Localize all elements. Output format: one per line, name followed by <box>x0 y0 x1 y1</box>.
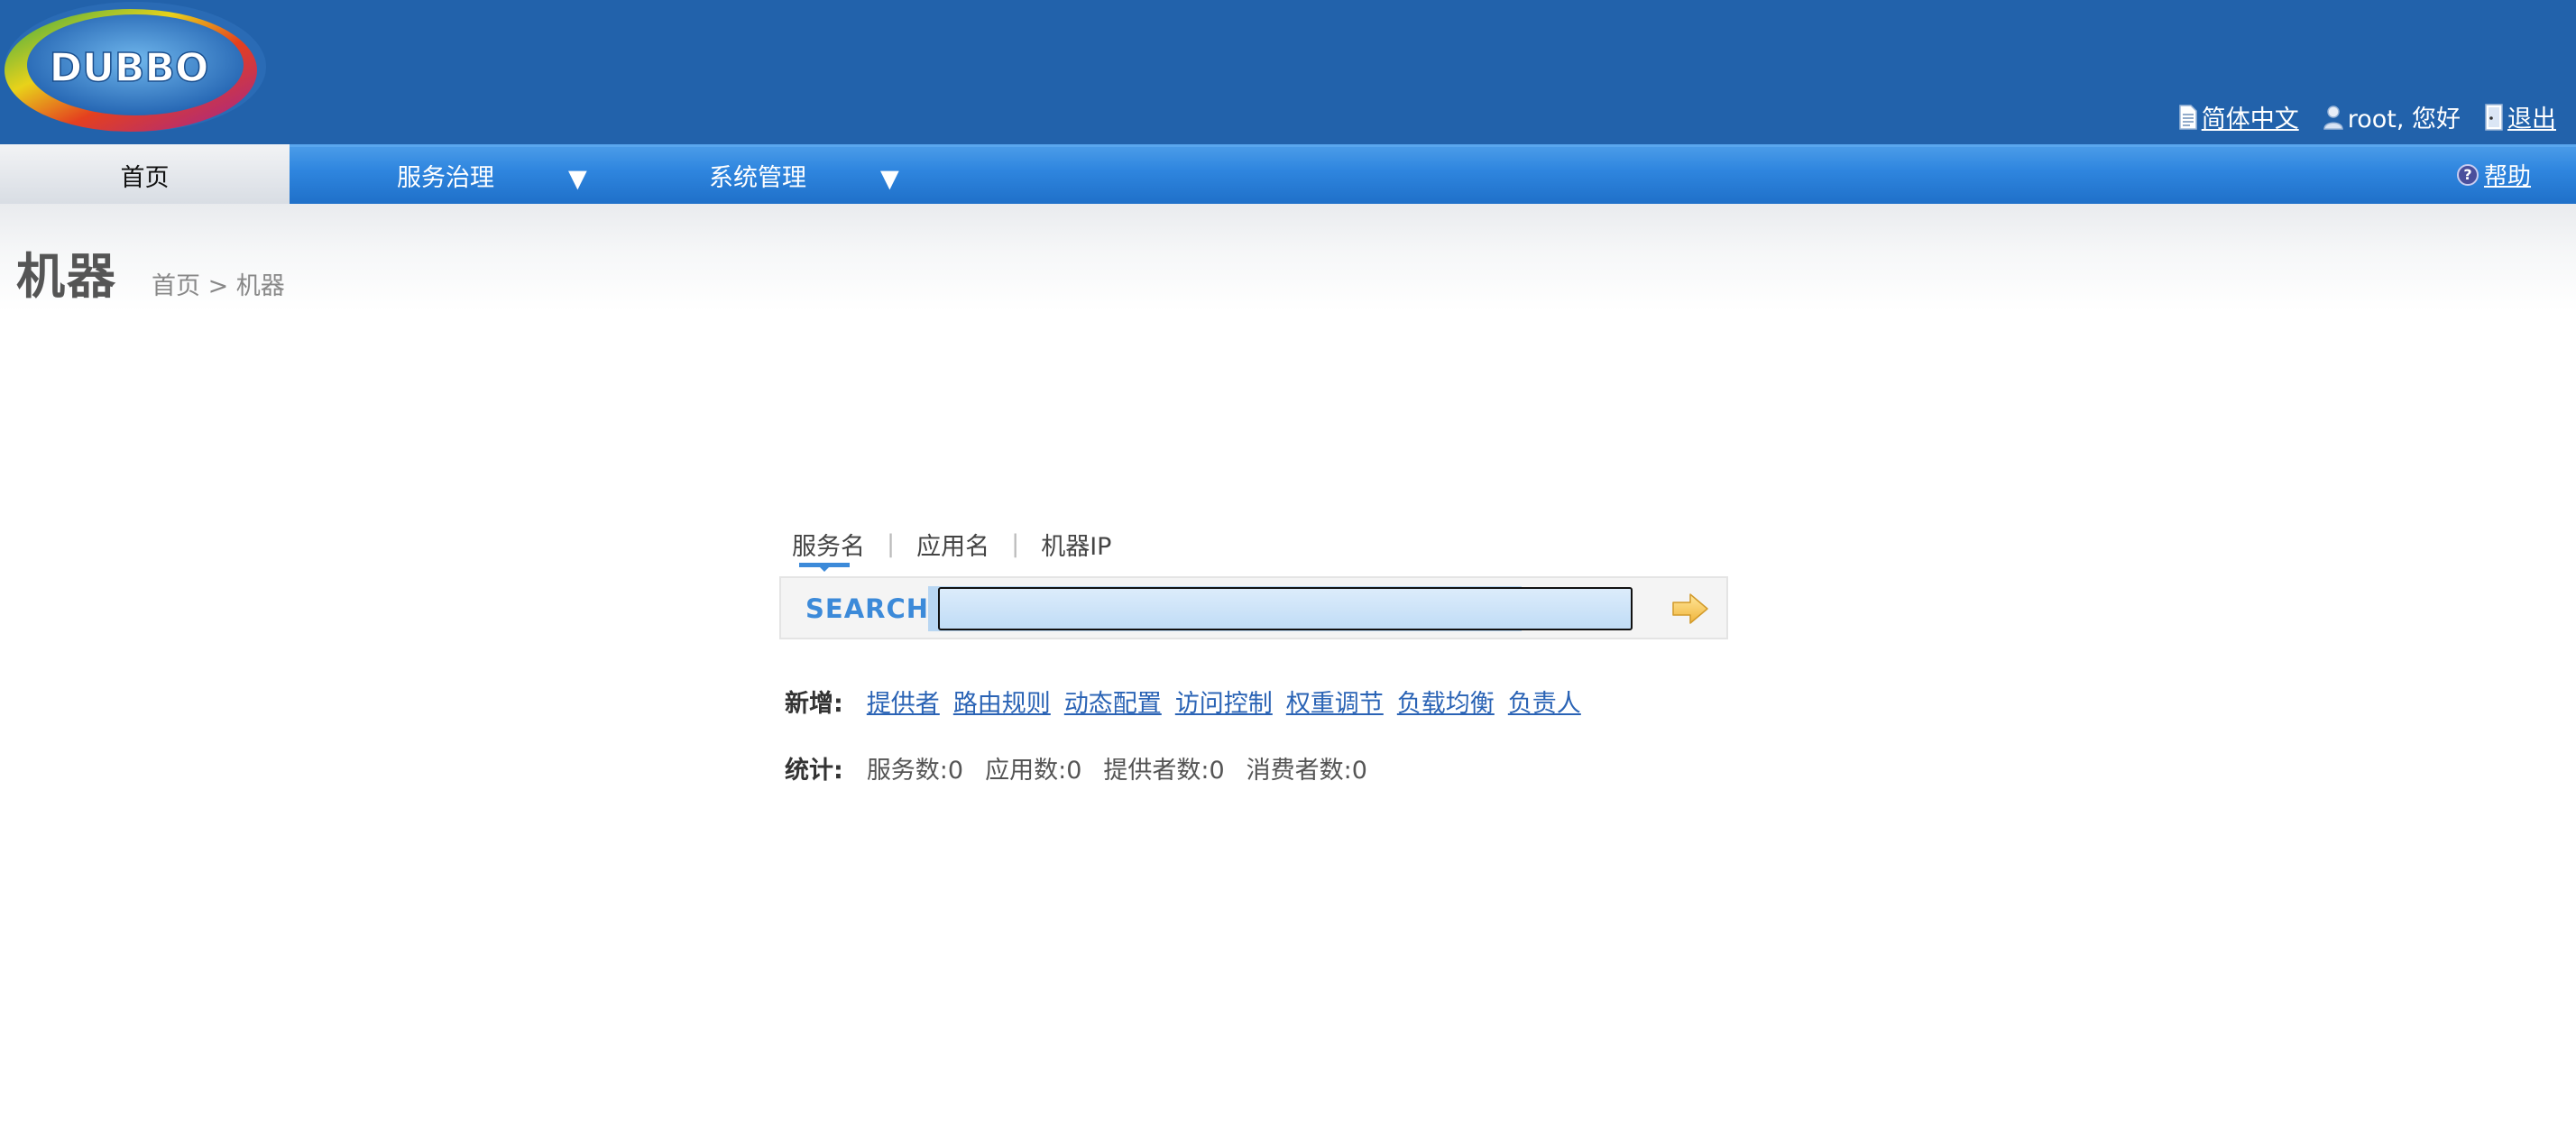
language-link[interactable]: 简体中文 <box>2202 99 2299 134</box>
page-title: 机器 <box>16 248 117 305</box>
stat-services: 服务数:0 <box>866 757 964 785</box>
create-label: 新增: <box>785 690 843 718</box>
main-nav: 首页 服务治理 ▼ 系统管理 ▼ ? 帮助 <box>0 144 2576 207</box>
user-info: root, 您好 <box>2323 99 2461 134</box>
nav-service-governance[interactable]: 服务治理 <box>397 147 494 204</box>
user-icon <box>2323 105 2343 130</box>
tab-app-name[interactable]: 应用名 <box>916 527 989 562</box>
document-icon <box>2178 104 2197 130</box>
nav-system-management[interactable]: 系统管理 <box>709 147 806 204</box>
title-band <box>0 204 2576 312</box>
help-icon: ? <box>2456 163 2479 186</box>
tab-separator: | <box>1011 530 1020 558</box>
create-access-link[interactable]: 访问控制 <box>1175 684 1273 719</box>
dubbo-logo[interactable]: DUBBO <box>0 0 266 137</box>
stat-providers: 提供者数:0 <box>1103 757 1225 785</box>
tab-service-name-label: 服务名 <box>792 533 865 561</box>
search-input-wrap <box>928 586 1633 631</box>
logo-text: DUBBO <box>50 45 209 91</box>
nav-home[interactable]: 首页 <box>0 144 290 207</box>
create-provider-link[interactable]: 提供者 <box>867 684 940 719</box>
create-owner-link[interactable]: 负责人 <box>1508 684 1581 719</box>
tab-separator: | <box>887 530 896 558</box>
dropdown-arrow-icon[interactable]: ▼ <box>568 165 587 193</box>
nav-system-management-label: 系统管理 <box>709 164 806 192</box>
stats-row: 统计: 服务数:0 应用数:0 提供者数:0 消费者数:0 <box>785 750 1389 785</box>
active-tab-pointer <box>820 567 829 572</box>
stats-label: 统计: <box>785 757 843 785</box>
create-links-row: 新增: 提供者 路由规则 动态配置 访问控制 权重调节 负载均衡 负责人 <box>785 684 1595 719</box>
search-arrow-icon[interactable] <box>1670 591 1710 627</box>
create-config-link[interactable]: 动态配置 <box>1064 684 1162 719</box>
app-header: DUBBO 简体中文 root, 您好 退出 <box>0 0 2576 144</box>
search-input[interactable] <box>938 587 1633 630</box>
tab-service-name[interactable]: 服务名 <box>792 527 865 572</box>
language-switch[interactable]: 简体中文 <box>2178 99 2299 134</box>
stat-applications: 应用数:0 <box>985 757 1082 785</box>
stat-consumers: 消费者数:0 <box>1246 757 1367 785</box>
search-box: SEARCH <box>779 576 1728 639</box>
logout[interactable]: 退出 <box>2484 99 2556 134</box>
breadcrumb[interactable]: 首页 > 机器 <box>152 266 285 301</box>
dropdown-arrow-icon[interactable]: ▼ <box>880 165 899 193</box>
logout-link[interactable]: 退出 <box>2507 99 2556 134</box>
nav-service-governance-label: 服务治理 <box>397 164 494 192</box>
user-greeting: root, 您好 <box>2347 106 2461 133</box>
header-user-bar: 简体中文 root, 您好 退出 <box>2178 99 2556 134</box>
logout-door-icon <box>2485 103 2503 131</box>
search-label: SEARCH <box>805 593 930 624</box>
help[interactable]: ? 帮助 <box>2456 158 2531 191</box>
tab-machine-ip[interactable]: 机器IP <box>1041 527 1111 562</box>
search-tabs: 服务名 | 应用名 | 机器IP <box>792 527 1111 572</box>
create-route-link[interactable]: 路由规则 <box>953 684 1051 719</box>
create-loadbalance-link[interactable]: 负载均衡 <box>1397 684 1495 719</box>
help-link[interactable]: 帮助 <box>2484 158 2531 191</box>
create-weight-link[interactable]: 权重调节 <box>1286 684 1384 719</box>
